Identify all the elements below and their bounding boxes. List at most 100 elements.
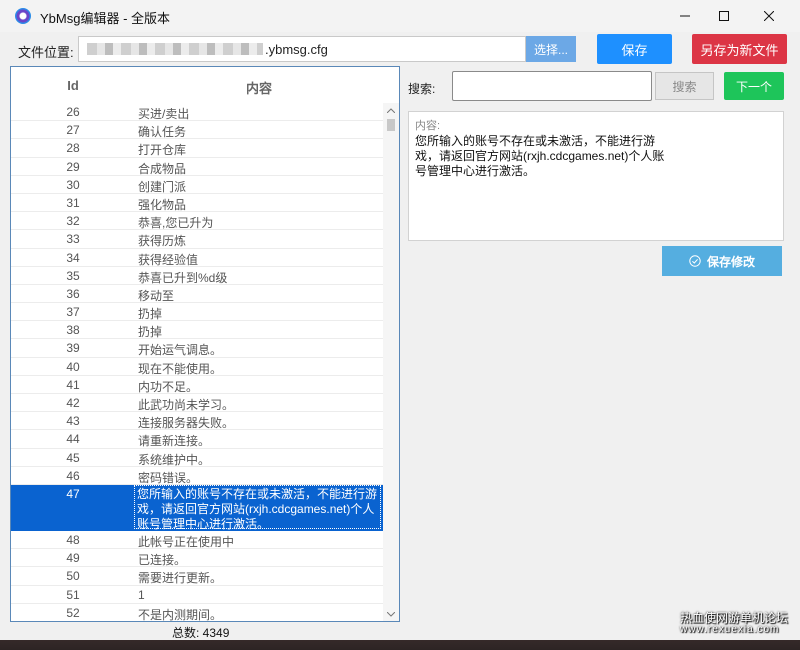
- row-id: 27: [66, 123, 80, 138]
- row-id: 41: [66, 377, 80, 392]
- table-row[interactable]: 36 移动至: [11, 285, 383, 304]
- chevron-down-icon: [387, 611, 395, 617]
- row-id: 26: [66, 105, 80, 119]
- row-id: 45: [66, 450, 80, 465]
- row-content: 连接服务器失败。: [138, 416, 235, 431]
- row-content: 打开仓库: [138, 143, 187, 158]
- table-row[interactable]: 37 扔掉: [11, 303, 383, 322]
- close-button[interactable]: [746, 0, 792, 32]
- watermark-url: www.rexuexia.com: [680, 624, 780, 635]
- row-id: 34: [66, 250, 80, 265]
- row-id: 52: [66, 605, 80, 620]
- table-row[interactable]: 52 不是内测期间。: [11, 604, 383, 622]
- check-circle-icon: [689, 255, 701, 267]
- save-as-new-file-button[interactable]: 另存为新文件: [692, 34, 787, 64]
- save-changes-button[interactable]: 保存修改: [662, 246, 782, 276]
- next-result-button[interactable]: 下一个: [724, 72, 784, 100]
- row-content: 扔掉: [138, 307, 163, 322]
- title-bar[interactable]: YbMsg编辑器 - 全版本: [0, 0, 800, 32]
- table-row[interactable]: 38 扔掉: [11, 321, 383, 340]
- search-button[interactable]: 搜索: [655, 72, 714, 100]
- scroll-up-button[interactable]: [383, 103, 399, 117]
- row-id: 38: [66, 323, 80, 338]
- table-row[interactable]: 28 打开仓库: [11, 139, 383, 158]
- row-content: 移动至: [138, 288, 175, 303]
- row-id: 32: [66, 214, 80, 229]
- window-title: YbMsg编辑器 - 全版本: [40, 11, 171, 26]
- row-content: 系统维护中。: [138, 452, 211, 467]
- row-content: 此武功尚未学习。: [138, 398, 235, 412]
- close-icon: [764, 11, 774, 21]
- table-row[interactable]: 33 获得历炼: [11, 230, 383, 249]
- row-id: 42: [66, 396, 80, 410]
- row-id: 37: [66, 305, 80, 320]
- table-row[interactable]: 34 获得经验值: [11, 249, 383, 267]
- content-editor[interactable]: 内容: 您所输入的账号不存在或未激活，不能进行游戏，请返回官方网站(rxjh.c…: [408, 111, 784, 241]
- total-count: 总数: 4349: [172, 626, 230, 640]
- table-row[interactable]: 48 此帐号正在使用中: [11, 531, 383, 550]
- table-row[interactable]: 49 已连接。: [11, 549, 383, 568]
- row-content: 强化物品: [138, 197, 187, 212]
- row-id: 43: [66, 414, 80, 429]
- row-content: 已连接。: [138, 553, 187, 568]
- table-row[interactable]: 45 系统维护中。: [11, 449, 383, 467]
- table-row[interactable]: 27 确认任务: [11, 121, 383, 140]
- row-content: 现在不能使用。: [138, 361, 223, 376]
- table-row[interactable]: 42 此武功尚未学习。: [11, 394, 383, 413]
- table-row[interactable]: 35 恭喜已升到%d级: [11, 267, 383, 285]
- message-table: Id 内容 26 买进/卖出 27 确认任务 28 打开仓库 29 合成物品 30 创建门派 31 强…: [10, 66, 400, 622]
- scroll-thumb[interactable]: [387, 119, 395, 131]
- row-content: 创建门派: [138, 179, 187, 194]
- table-row[interactable]: 41 内功不足。: [11, 376, 383, 394]
- watermark-title: 热血使网游单机论坛: [680, 611, 789, 625]
- table-header: Id 内容: [11, 67, 399, 103]
- column-header-content[interactable]: 内容: [135, 78, 383, 97]
- vertical-scrollbar[interactable]: [383, 103, 399, 621]
- scroll-down-button[interactable]: [383, 607, 399, 621]
- row-content: 密码错误。: [138, 470, 199, 485]
- save-button[interactable]: 保存: [597, 34, 672, 64]
- table-body: 26 买进/卖出 27 确认任务 28 打开仓库 29 合成物品 30 创建门派 31 强化物品 32 恭…: [11, 103, 383, 622]
- table-row[interactable]: 30 创建门派: [11, 176, 383, 194]
- row-content: 不是内测期间。: [138, 607, 223, 622]
- row-id: 40: [66, 359, 80, 374]
- search-input[interactable]: [452, 71, 652, 101]
- table-row[interactable]: 51 1: [11, 586, 383, 604]
- table-row[interactable]: 32 恭喜,您已升为: [11, 212, 383, 231]
- content-textarea-text[interactable]: 您所输入的账号不存在或未激活，不能进行游戏，请返回官方网站(rxjh.cdcga…: [415, 134, 665, 179]
- table-row[interactable]: 43 连接服务器失败。: [11, 412, 383, 431]
- choose-file-button[interactable]: 选择...: [526, 36, 576, 62]
- table-row[interactable]: 31 强化物品: [11, 194, 383, 213]
- table-row[interactable]: 40 现在不能使用。: [11, 358, 383, 376]
- table-row[interactable]: 26 买进/卖出: [11, 103, 383, 122]
- save-changes-label: 保存修改: [706, 254, 755, 269]
- row-id: 51: [66, 587, 80, 602]
- row-content: 内功不足。: [138, 379, 199, 394]
- file-path-value: .ybmsg.cfg: [265, 42, 328, 57]
- row-id: 33: [66, 232, 80, 247]
- row-id: 44: [66, 432, 80, 447]
- row-id: 49: [66, 551, 80, 566]
- row-id: 39: [66, 341, 80, 356]
- table-row-selected[interactable]: 47 您所输入的账号不存在或未激活，不能进行游戏，请返回官方网站(rxjh.cdc…: [11, 484, 383, 531]
- table-row[interactable]: 29 合成物品: [11, 158, 383, 176]
- row-id: 50: [66, 569, 80, 584]
- row-id: 30: [66, 177, 80, 192]
- row-id: 31: [66, 195, 80, 210]
- file-path-field[interactable]: .ybmsg.cfg: [78, 36, 526, 62]
- row-id: 47: [66, 486, 80, 501]
- row-content: 合成物品: [138, 161, 187, 176]
- table-row[interactable]: 46 密码错误。: [11, 467, 383, 485]
- maximize-button[interactable]: [701, 0, 747, 32]
- row-content: 开始运气调息。: [138, 343, 223, 358]
- search-label: 搜索:: [408, 82, 436, 96]
- minimize-icon: [680, 15, 690, 17]
- row-id: 35: [66, 268, 80, 283]
- table-row[interactable]: 44 请重新连接。: [11, 430, 383, 449]
- row-content: 扔掉: [138, 325, 163, 340]
- row-content: 恭喜已升到%d级: [138, 270, 228, 285]
- table-row[interactable]: 50 需要进行更新。: [11, 567, 383, 586]
- table-row[interactable]: 39 开始运气调息。: [11, 339, 383, 358]
- column-header-id[interactable]: Id: [11, 78, 135, 93]
- row-id: 48: [66, 532, 80, 547]
